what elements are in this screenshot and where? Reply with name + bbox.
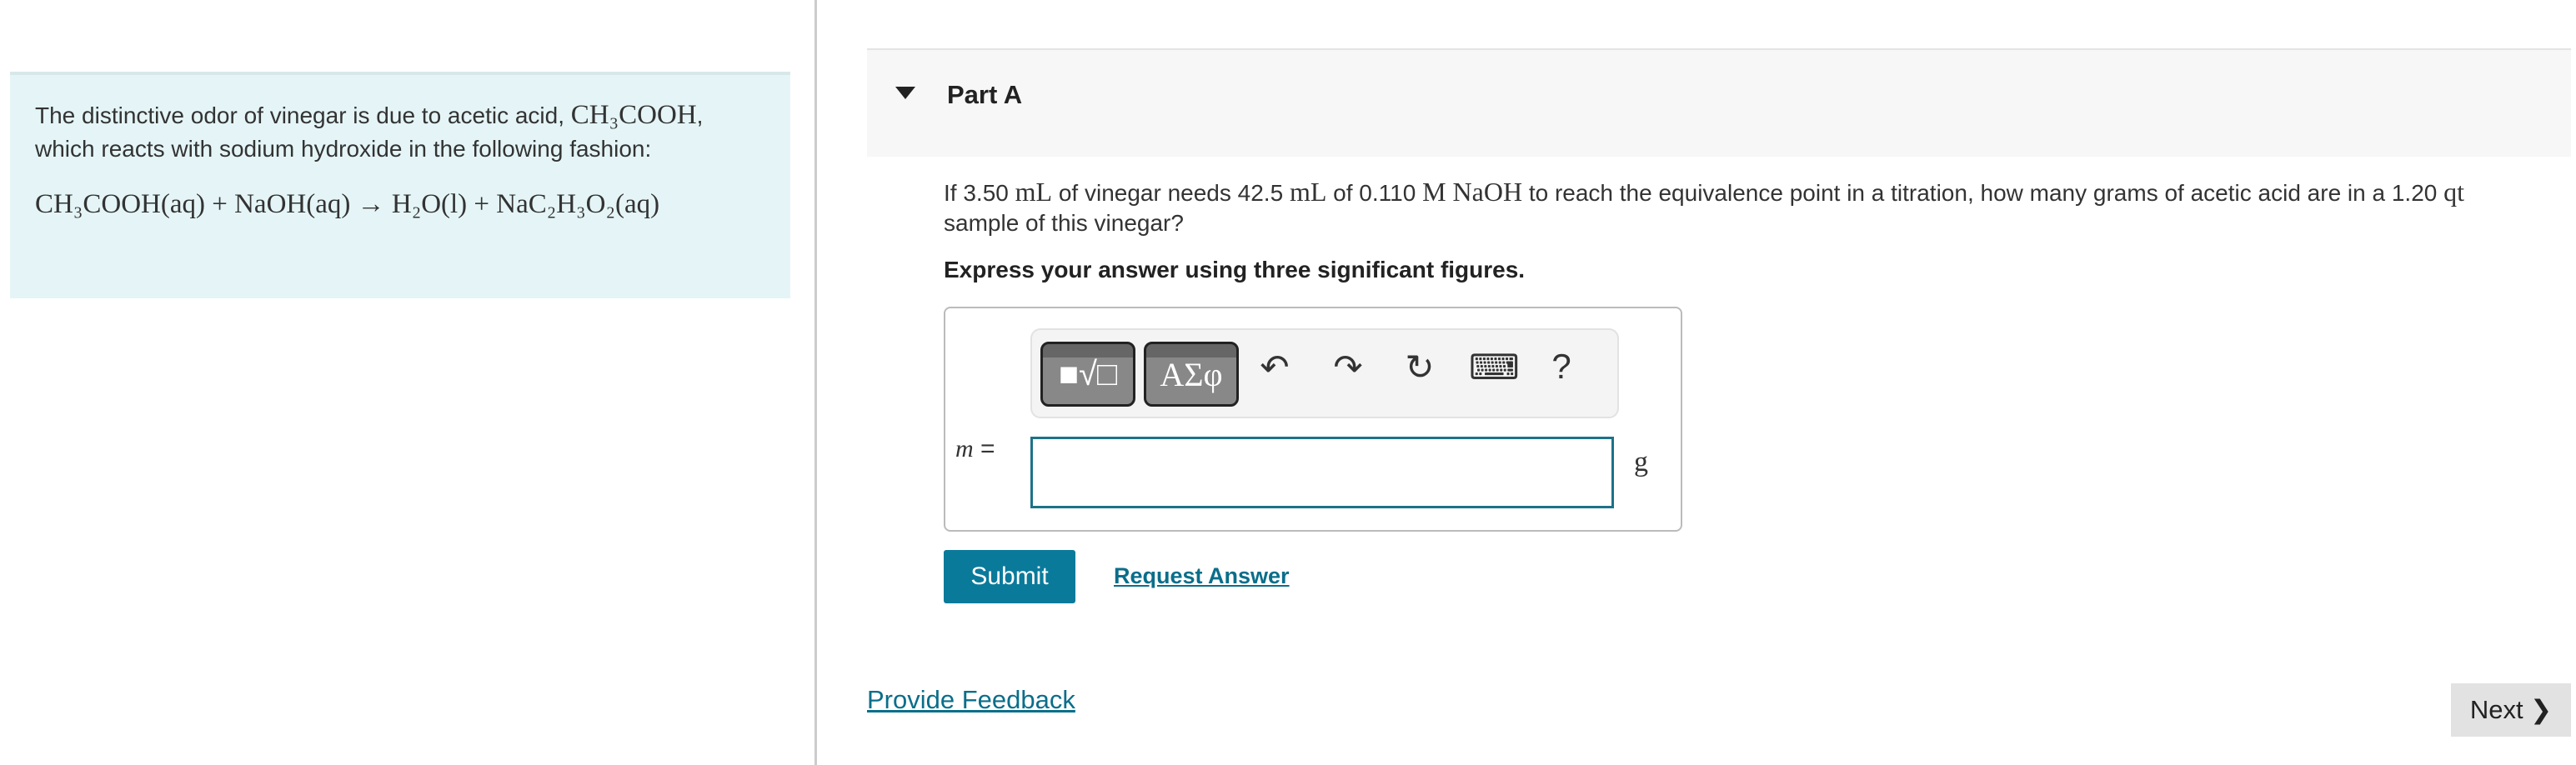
intro-panel: The distinctive odor of vinegar is due t… — [10, 72, 790, 298]
reset-icon[interactable]: ↻ — [1399, 347, 1441, 388]
formula: CH₃COOH — [570, 100, 697, 130]
request-answer-link[interactable]: Request Answer — [1114, 563, 1290, 589]
undo-icon[interactable]: ↶ — [1254, 347, 1296, 388]
question-text: If 3.50 mL of vinegar needs 42.5 mL of 0… — [944, 177, 2465, 236]
intro-text: The distinctive odor of vinegar is due t… — [35, 100, 704, 162]
unit-label: g — [1634, 447, 1648, 478]
answer-input[interactable] — [1030, 437, 1614, 508]
collapse-triangle-icon[interactable] — [895, 87, 915, 99]
submit-button[interactable]: Submit — [944, 550, 1075, 603]
variable-label: m = — [955, 435, 995, 462]
redo-icon[interactable]: ↷ — [1327, 347, 1369, 388]
provide-feedback-link[interactable]: Provide Feedback — [867, 685, 1075, 715]
part-title: Part A — [947, 80, 1023, 109]
help-icon[interactable]: ? — [1541, 347, 1582, 387]
answer-box: ■√□ ΑΣφ ↶ ↷ ↻ ⌨ ? m = g — [944, 307, 1682, 532]
divider — [814, 0, 817, 765]
math-toolbar: ■√□ ΑΣφ ↶ ↷ ↻ ⌨ ? — [1030, 328, 1619, 418]
keyboard-icon[interactable]: ⌨ — [1469, 347, 1520, 388]
templates-button[interactable]: ■√□ — [1040, 342, 1135, 407]
greek-symbols-button[interactable]: ΑΣφ — [1144, 342, 1239, 407]
next-button[interactable]: Next ❯ — [2451, 683, 2571, 737]
part-header[interactable]: Part A — [867, 48, 2571, 157]
reaction-equation: CH₃COOH(aq) + NaOH(aq) → H₂O(l) + NaC₂H₃… — [35, 189, 660, 219]
instruction: Express your answer using three signific… — [944, 257, 1526, 282]
